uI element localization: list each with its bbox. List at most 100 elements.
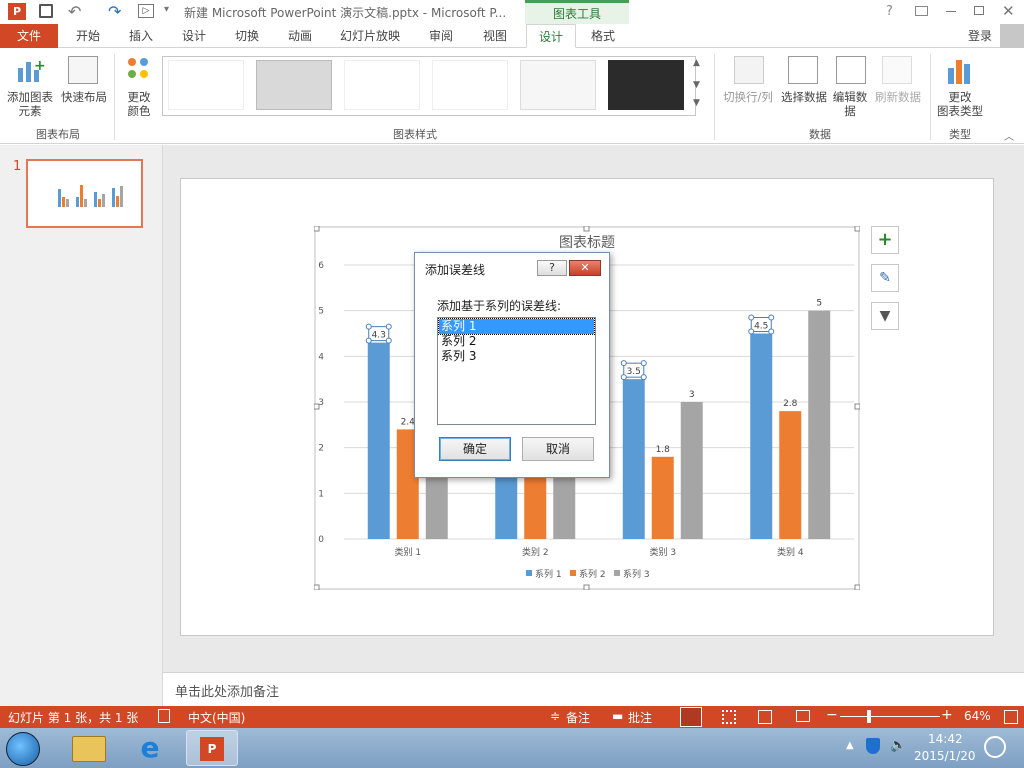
title-bar: P ↶ ↷ ▷ ▾ 新建 Microsoft PowerPoint 演示文稿.p…: [0, 0, 1024, 24]
edit-data-icon: [836, 56, 866, 84]
chart-style-5[interactable]: [520, 60, 596, 110]
powerpoint-app-icon[interactable]: P: [8, 3, 26, 20]
tab-chart-format[interactable]: 格式: [578, 24, 628, 48]
chart-style-4[interactable]: [432, 60, 508, 110]
list-item[interactable]: 系列 2: [439, 334, 594, 349]
close-icon[interactable]: ✕: [1002, 2, 1015, 20]
bar[interactable]: [779, 411, 802, 539]
gallery-scroll-down-icon[interactable]: ▼: [693, 80, 700, 90]
start-from-beginning-icon[interactable]: ▷: [138, 4, 154, 18]
refresh-data-button[interactable]: 刷新数据: [870, 90, 926, 104]
notes-pane[interactable]: 单击此处添加备注: [163, 672, 1024, 706]
x-tick-label: 类别 3: [649, 546, 676, 558]
cancel-button[interactable]: 取消: [522, 437, 594, 461]
customize-toolbar-icon[interactable]: ▾: [164, 4, 169, 15]
tab-insert[interactable]: 插入: [116, 24, 166, 48]
legend-swatch: [526, 570, 532, 576]
zoom-level[interactable]: 64%: [964, 709, 991, 723]
legend-swatch: [570, 570, 576, 576]
chart-style-2[interactable]: [256, 60, 332, 110]
dialog-help-button[interactable]: ?: [537, 260, 567, 276]
notes-toggle-button[interactable]: 备注: [566, 709, 590, 726]
tab-animations[interactable]: 动画: [274, 24, 326, 48]
slide-sorter-view-icon[interactable]: [722, 710, 736, 724]
restore-icon[interactable]: [974, 6, 984, 15]
edit-data-button[interactable]: 编辑数 据: [828, 90, 872, 118]
chart-layouts-group-label: 图表布局: [36, 128, 80, 141]
ribbon-display-icon[interactable]: [915, 6, 928, 16]
tab-transitions[interactable]: 切换: [222, 24, 272, 48]
chart-filters-icon[interactable]: ▼: [871, 302, 899, 330]
list-item[interactable]: 系列 1: [438, 318, 595, 335]
language-status[interactable]: 中文(中国): [188, 709, 245, 726]
undo-icon[interactable]: ↶: [68, 2, 81, 21]
selection-handle: [620, 360, 627, 367]
zoom-slider-thumb[interactable]: [867, 710, 871, 723]
file-explorer-icon[interactable]: [72, 736, 106, 762]
start-button-icon[interactable]: [6, 732, 40, 766]
fit-to-window-icon[interactable]: [1004, 710, 1018, 724]
bar[interactable]: [651, 456, 674, 539]
switch-row-column-button[interactable]: 切换行/列: [720, 90, 776, 104]
ok-button[interactable]: 确定: [439, 437, 511, 461]
slideshow-view-icon[interactable]: [796, 710, 810, 722]
chart-style-3[interactable]: [344, 60, 420, 110]
select-data-button[interactable]: 选择数据: [776, 90, 832, 104]
add-chart-element-button[interactable]: 添加图表 元素: [4, 90, 56, 118]
slide-number: 1: [13, 159, 22, 174]
list-item[interactable]: 系列 3: [439, 349, 594, 364]
login-link[interactable]: 登录: [960, 24, 1000, 48]
reading-view-icon[interactable]: [758, 710, 772, 724]
redo-icon[interactable]: ↷: [108, 2, 121, 21]
clock-time[interactable]: 14:42: [928, 732, 963, 746]
add-chart-element-icon: +: [16, 58, 46, 84]
tab-review[interactable]: 审阅: [414, 24, 468, 48]
minimize-icon[interactable]: [946, 11, 956, 12]
bar[interactable]: [680, 402, 703, 539]
spell-check-icon[interactable]: [158, 709, 170, 723]
chart-title[interactable]: 图表标题: [559, 235, 615, 251]
chart-style-1[interactable]: [168, 60, 244, 110]
tab-slideshow[interactable]: 幻灯片放映: [330, 24, 410, 48]
help-icon[interactable]: ?: [886, 4, 893, 19]
series-listbox[interactable]: 系列 1 系列 2 系列 3: [437, 317, 596, 425]
internet-explorer-icon[interactable]: e: [134, 734, 166, 764]
gallery-more-icon[interactable]: ▼: [693, 98, 700, 108]
chart-styles-brush-icon[interactable]: ✎: [871, 264, 899, 292]
user-avatar[interactable]: [1000, 24, 1024, 48]
bar[interactable]: [622, 379, 645, 539]
bar[interactable]: [367, 342, 390, 539]
bar[interactable]: [750, 333, 773, 540]
legend-swatch: [614, 570, 620, 576]
change-chart-type-button[interactable]: 更改 图表类型: [934, 90, 986, 118]
zoom-slider[interactable]: [840, 716, 940, 717]
volume-icon[interactable]: 🔈: [890, 738, 906, 753]
action-center-icon[interactable]: [984, 736, 1006, 758]
zoom-out-icon[interactable]: −: [826, 707, 838, 723]
bar[interactable]: [808, 310, 831, 539]
collapse-ribbon-icon[interactable]: ︿: [1004, 128, 1014, 143]
tab-file[interactable]: 文件: [0, 24, 58, 48]
tab-home[interactable]: 开始: [62, 24, 114, 48]
powerpoint-taskbar-icon[interactable]: P: [186, 730, 238, 766]
show-hidden-icons-icon[interactable]: ▲: [846, 740, 854, 751]
normal-view-icon[interactable]: [680, 707, 702, 727]
resize-handle: [854, 226, 860, 232]
chart-elements-button[interactable]: +: [871, 226, 899, 254]
security-shield-icon[interactable]: [866, 738, 880, 754]
dialog-close-button[interactable]: ✕: [569, 260, 601, 276]
save-icon[interactable]: [39, 4, 53, 18]
tab-chart-design[interactable]: 设计: [526, 24, 576, 48]
comments-toggle-button[interactable]: 批注: [628, 709, 652, 726]
data-label: 4.3: [372, 331, 386, 341]
clock-date[interactable]: 2015/1/20: [914, 749, 976, 763]
status-bar: 幻灯片 第 1 张，共 1 张 中文(中国) ≑ 备注 ▬ 批注 − + 64%: [0, 706, 1024, 728]
tab-view[interactable]: 视图: [470, 24, 520, 48]
tab-design[interactable]: 设计: [168, 24, 220, 48]
change-colors-button[interactable]: 更改 颜色: [118, 90, 160, 118]
gallery-scroll-up-icon[interactable]: ▲: [693, 58, 700, 68]
zoom-in-icon[interactable]: +: [941, 707, 953, 723]
chart-style-6[interactable]: [608, 60, 684, 110]
quick-layout-button[interactable]: 快速布局: [58, 90, 110, 104]
slide-thumbnail[interactable]: [26, 159, 143, 228]
